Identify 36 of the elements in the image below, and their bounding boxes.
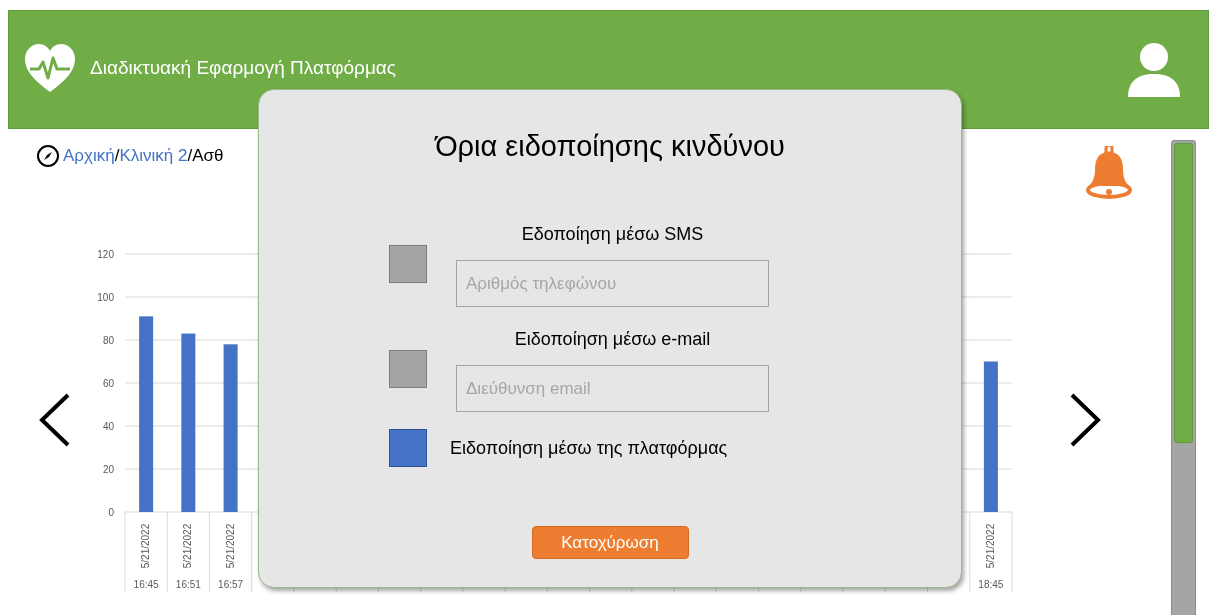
x-date-label: 5/21/2022: [224, 523, 236, 569]
breadcrumb-text: /Ασθ: [187, 145, 224, 167]
user-avatar-icon[interactable]: [1128, 42, 1180, 97]
scrollbar-track[interactable]: [1171, 140, 1196, 615]
breadcrumb-link[interactable]: Κλινική 2: [119, 143, 188, 169]
app-title: Διαδικτυακή Εφαρμογή Πλατφόρμας: [90, 56, 396, 81]
y-tick-label: 20: [102, 464, 114, 475]
x-time-label: 16:45: [133, 579, 159, 590]
option-label: Ειδοποίηση μέσω της πλατφόρμας: [450, 436, 728, 460]
option-label: Ειδοποίηση μέσω e-mail: [514, 328, 711, 351]
y-tick-label: 80: [102, 335, 114, 346]
x-date-label: 5/21/2022: [984, 523, 996, 569]
option-label: Εδοποίηση μέσω SMS: [521, 223, 704, 246]
y-tick-label: 100: [97, 292, 114, 303]
y-tick-label: 0: [108, 507, 114, 518]
scrollbar-thumb[interactable]: [1174, 143, 1193, 443]
x-date-label: 5/21/2022: [182, 523, 194, 569]
y-tick-label: 120: [97, 249, 114, 260]
input-field[interactable]: Διεύθυνση email: [456, 365, 769, 412]
input-field[interactable]: Αριθμός τηλεφώνου: [456, 260, 769, 307]
save-button[interactable]: Κατοχύρωση: [531, 526, 689, 559]
y-tick-label: 60: [102, 378, 114, 389]
checkbox[interactable]: [389, 350, 427, 388]
x-date-label: 5/21/2022: [140, 523, 152, 569]
heart-pulse-logo-icon: [24, 43, 76, 94]
x-time-label: 18:45: [978, 579, 1004, 590]
checkbox[interactable]: [389, 245, 427, 283]
breadcrumb-text: /: [114, 145, 120, 167]
y-tick-label: 40: [102, 421, 114, 432]
bell-icon[interactable]: [1086, 146, 1132, 200]
x-time-label: 16:51: [175, 579, 201, 590]
x-time-label: 16:57: [218, 579, 244, 590]
dialog-title: Όρια ειδοποίησης κινδύνου: [435, 129, 785, 164]
checkbox[interactable]: [389, 429, 427, 467]
compass-icon: [36, 143, 60, 168]
breadcrumb-link[interactable]: Αρχική: [63, 143, 115, 169]
